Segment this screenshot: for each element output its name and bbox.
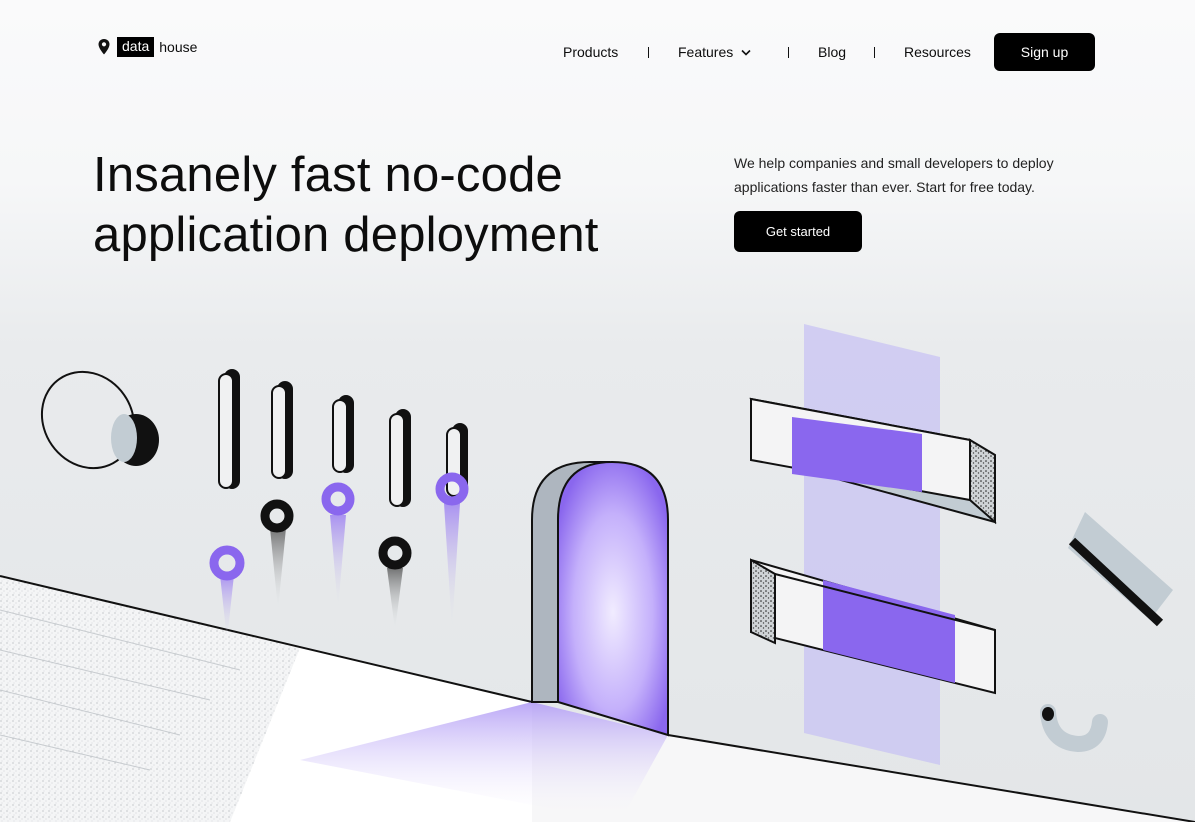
location-pin-icon bbox=[98, 39, 110, 55]
hero-title-line-2: application deployment bbox=[93, 208, 599, 262]
nav-divider bbox=[788, 47, 789, 58]
top-navigation: data house Products Features Blog Resour… bbox=[0, 0, 1195, 100]
nav-resources[interactable]: Resources bbox=[904, 42, 971, 62]
nav-blog[interactable]: Blog bbox=[818, 42, 846, 62]
chevron-down-icon bbox=[741, 49, 751, 56]
hero-illustration bbox=[0, 324, 1195, 822]
nav-features[interactable]: Features bbox=[678, 42, 751, 62]
get-started-button[interactable]: Get started bbox=[734, 211, 862, 252]
hero-title: Insanely fast no-code application deploy… bbox=[93, 145, 713, 265]
nav-features-label: Features bbox=[678, 44, 734, 60]
nav-products[interactable]: Products bbox=[563, 42, 618, 62]
logo-box-text: data bbox=[117, 37, 155, 57]
sign-up-button[interactable]: Sign up bbox=[994, 33, 1095, 71]
brand-logo[interactable]: data house bbox=[97, 37, 197, 57]
nav-divider bbox=[874, 47, 875, 58]
hero-title-line-1: Insanely fast no-code bbox=[93, 148, 563, 202]
hero-description: We help companies and small developers t… bbox=[734, 155, 1054, 195]
logo-word: house bbox=[159, 38, 198, 55]
nav-divider bbox=[648, 47, 649, 58]
